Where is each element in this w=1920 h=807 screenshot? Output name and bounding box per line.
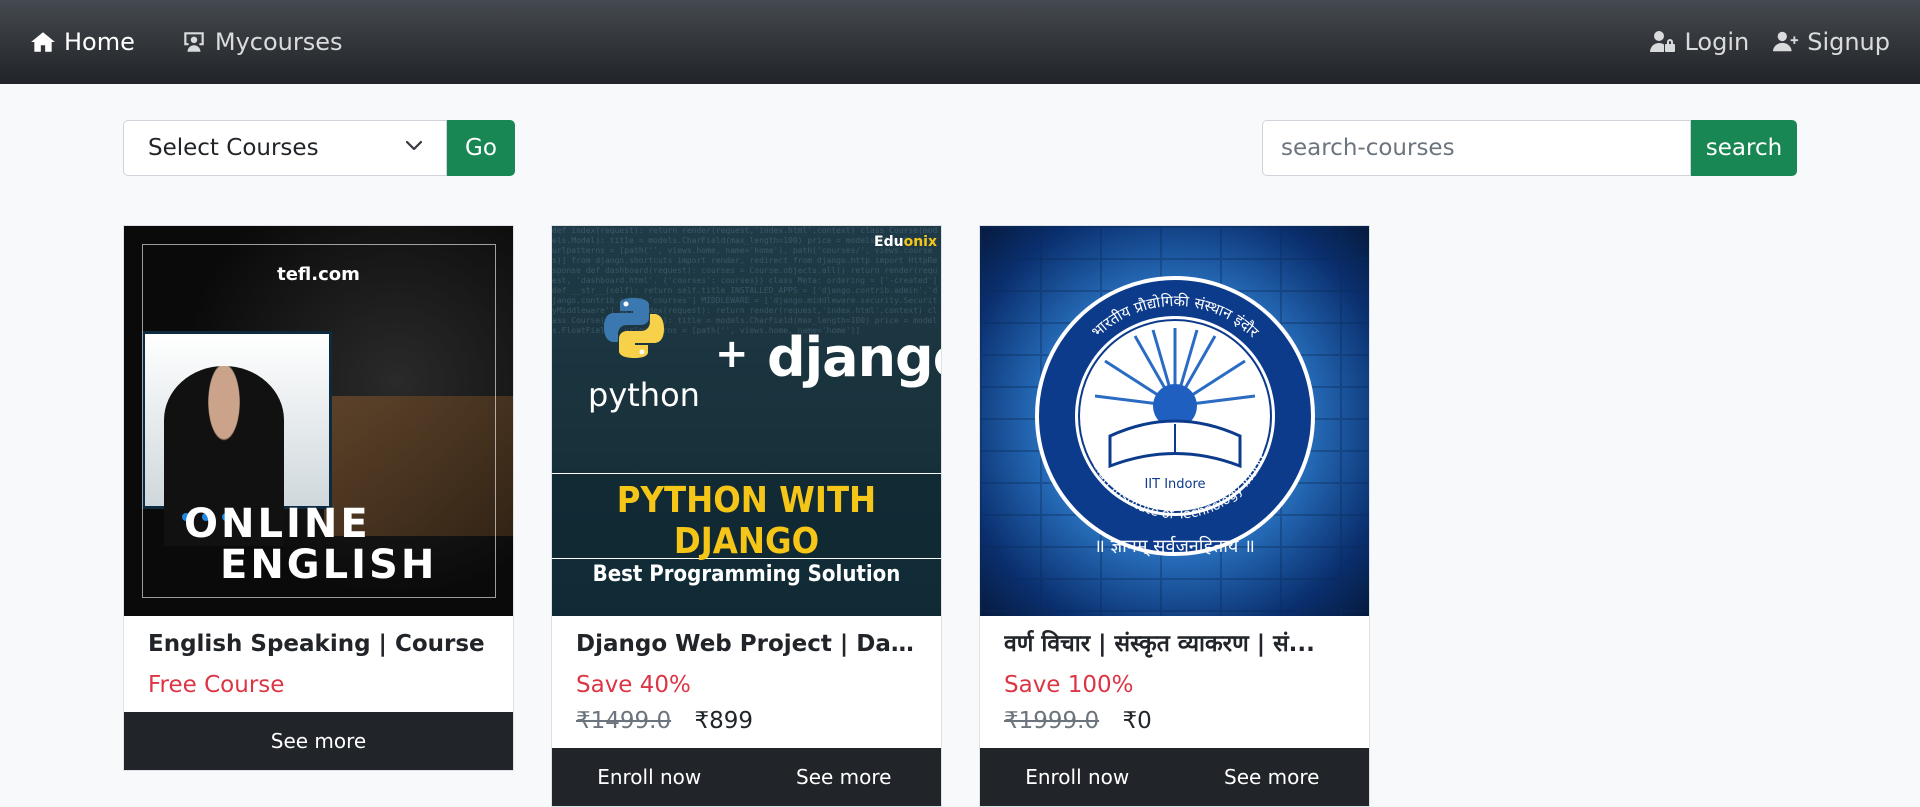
course-select-group: Select Courses Go — [123, 120, 515, 176]
course-card: tefl.com ONLINE ENGLISH English Speaking… — [123, 225, 514, 771]
image-headline-2: ENGLISH — [220, 542, 438, 588]
image-banner: PYTHON WITH DJANGO Best Programming Solu… — [552, 473, 941, 587]
nav-right: Login Signup — [1650, 28, 1890, 56]
course-image[interactable]: def index(request): return render(reques… — [552, 226, 941, 616]
nav-signup-label: Signup — [1807, 28, 1890, 56]
image-headline: PYTHON WITH DJANGO — [616, 480, 877, 562]
image-motto: ॥ ज्ञानम् सर्वजनहिताय ॥ — [1094, 536, 1255, 557]
course-card: भारतीय प्रौद्योगिकी संस्थान इंदौर Indian… — [979, 225, 1370, 807]
tefl-logo: tefl.com — [277, 264, 360, 285]
old-price: ₹1999.0 — [1004, 708, 1100, 734]
card-footer: Enroll now See more — [552, 748, 941, 806]
nav-login-link[interactable]: Login — [1650, 28, 1749, 56]
plus-sign: + — [715, 331, 749, 377]
card-footer: See more — [124, 712, 513, 770]
svg-text:IIT Indore: IIT Indore — [1144, 477, 1205, 492]
django-wordmark: django — [767, 326, 941, 389]
price-row: ₹1999.0 ₹0 — [1004, 706, 1345, 736]
nav-signup-link[interactable]: Signup — [1773, 28, 1890, 56]
enroll-now-button[interactable]: Enroll now — [980, 765, 1175, 789]
home-icon — [30, 29, 56, 55]
filter-controls: Select Courses Go search — [123, 120, 1797, 176]
top-navbar: Home Mycourses Login Signup — [0, 0, 1920, 84]
course-image[interactable]: भारतीय प्रौद्योगिकी संस्थान इंदौर Indian… — [980, 226, 1369, 616]
python-logo-icon — [604, 298, 664, 358]
course-title: English Speaking | Course — [148, 631, 485, 657]
see-more-button[interactable]: See more — [747, 765, 942, 789]
price-row: ₹1499.0 ₹899 — [576, 706, 917, 736]
old-price: ₹1499.0 — [576, 708, 672, 734]
search-group: search — [1262, 120, 1797, 176]
see-more-button[interactable]: See more — [124, 729, 513, 753]
new-price: ₹0 — [1122, 708, 1152, 734]
price-label: Free Course — [148, 672, 285, 698]
chevron-down-icon — [404, 135, 424, 161]
search-input[interactable] — [1262, 120, 1691, 176]
eduonix-logo: Eduonix — [874, 234, 937, 250]
iit-indore-seal: भारतीय प्रौद्योगिकी संस्थान इंदौर Indian… — [1035, 276, 1315, 556]
course-image[interactable]: tefl.com ONLINE ENGLISH — [124, 226, 513, 616]
search-button[interactable]: search — [1691, 120, 1797, 176]
see-more-button[interactable]: See more — [1175, 765, 1370, 789]
new-price: ₹899 — [694, 708, 753, 734]
nav-mycourses-link[interactable]: Mycourses — [181, 28, 343, 56]
course-select-value: Select Courses — [148, 135, 319, 161]
course-title: वर्ण विचार | संस्कृत व्याकरण | सं... — [1004, 631, 1315, 657]
discount-label: Save 40% — [576, 672, 691, 698]
image-headline-1: ONLINE — [184, 501, 371, 547]
python-wordmark: python — [588, 376, 700, 414]
user-plus-icon — [1773, 29, 1799, 55]
card-body: English Speaking | Course Free Course — [124, 616, 513, 712]
discount-label: Save 100% — [1004, 672, 1134, 698]
teacher-icon — [181, 29, 207, 55]
nav-home-label: Home — [64, 28, 135, 56]
course-title: Django Web Project | Dashbo... — [576, 631, 917, 657]
go-button[interactable]: Go — [447, 120, 515, 176]
card-footer: Enroll now See more — [980, 748, 1369, 806]
nav-mycourses-label: Mycourses — [214, 28, 343, 56]
enroll-now-button[interactable]: Enroll now — [552, 765, 747, 789]
card-body: Django Web Project | Dashbo... Save 40% … — [552, 616, 941, 748]
image-subline: Best Programming Solution — [592, 562, 901, 587]
card-body: वर्ण विचार | संस्कृत व्याकरण | सं... Sav… — [980, 616, 1369, 748]
user-lock-icon — [1650, 29, 1676, 55]
nav-home-link[interactable]: Home — [30, 28, 135, 56]
nav-left: Home Mycourses — [30, 28, 343, 56]
course-select[interactable]: Select Courses — [123, 120, 447, 176]
nav-login-label: Login — [1684, 28, 1750, 56]
course-card: def index(request): return render(reques… — [551, 225, 942, 807]
